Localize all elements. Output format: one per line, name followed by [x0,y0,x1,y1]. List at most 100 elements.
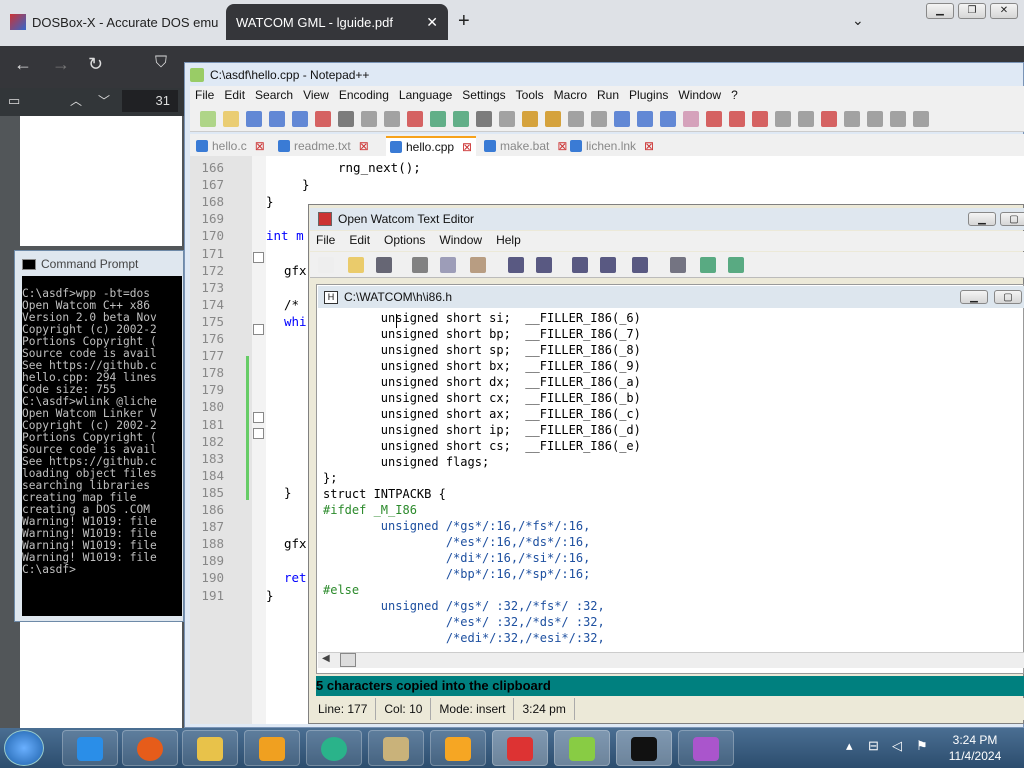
copy-icon[interactable] [384,111,400,127]
menu-settings[interactable]: Settings [457,86,510,106]
minimize-button[interactable]: ▁ [960,290,988,304]
redo-icon[interactable] [536,257,552,273]
volume-icon[interactable]: ◁ [892,738,902,754]
minimize-button[interactable]: ▁ [968,212,996,226]
save-macro-icon[interactable] [890,111,906,127]
find-next-icon[interactable] [600,257,616,273]
back-arrow-icon[interactable]: ← [14,54,32,75]
menu-window[interactable]: Window [673,86,726,106]
find-icon[interactable] [572,257,588,273]
find-icon[interactable] [476,111,492,127]
taskbar-notepadpp[interactable] [554,730,610,766]
close-icon[interactable] [292,111,308,127]
close-tab-icon[interactable]: ⊠ [644,139,654,153]
tab-hello-c[interactable]: hello.c ⊠ [192,136,269,156]
maximize-button[interactable]: ▢ [994,290,1022,304]
minimize-button[interactable]: ▁ [926,3,954,19]
wrap-icon[interactable] [614,111,630,127]
taskbar-watcom[interactable] [492,730,548,766]
open-file-icon[interactable] [223,111,239,127]
close-tab-icon[interactable]: ⊠ [359,139,369,153]
menu-view[interactable]: View [298,86,334,106]
copy-icon[interactable] [440,257,456,273]
close-tab-icon[interactable]: ✕ [218,14,220,31]
chevron-down-icon[interactable]: ﹀ [98,92,110,109]
notepadpp-titlebar[interactable]: C:\asdf\hello.cpp - Notepad++ [190,66,369,84]
save-all-icon[interactable] [269,111,285,127]
zoom-in-icon[interactable] [522,111,538,127]
new-file-icon[interactable] [200,111,216,127]
menu-window[interactable]: Window [433,231,490,251]
folder-icon[interactable] [752,111,768,127]
stop-macro-icon[interactable] [821,111,837,127]
match-brace-icon[interactable] [632,257,648,273]
close-tab-icon[interactable]: ✕ [426,14,438,31]
cut-icon[interactable] [412,257,428,273]
close-button[interactable]: ✕ [990,3,1018,19]
fold-toggle-icon[interactable] [253,324,264,335]
function-list-icon[interactable] [729,111,745,127]
new-tab-button[interactable]: + [458,10,470,33]
menu-edit[interactable]: Edit [219,86,250,106]
close-all-icon[interactable] [315,111,331,127]
zoom-out-icon[interactable] [545,111,561,127]
close-tab-icon[interactable]: ⊠ [462,140,472,154]
menu-edit[interactable]: Edit [343,231,378,251]
watcom-titlebar[interactable]: Open Watcom Text Editor [310,208,1024,230]
fold-toggle-icon[interactable] [253,428,264,439]
shield-icon[interactable]: ⛉ [155,54,167,72]
replace-icon[interactable] [499,111,515,127]
scrollbar-thumb[interactable] [340,653,356,667]
start-button[interactable] [4,730,44,766]
open-icon[interactable] [348,257,364,273]
maximize-button[interactable]: ▢ [1000,212,1024,226]
forward-icon[interactable] [728,257,744,273]
menu-file[interactable]: File [190,86,219,106]
paste-icon[interactable] [470,257,486,273]
taskbar-media-player[interactable] [244,730,300,766]
flag-icon[interactable]: ⚑ [916,738,928,754]
command-prompt-output[interactable]: C:\asdf>wpp -bt=dos Open Watcom C++ x86 Ve… [22,276,182,616]
browser-tab-dosbox[interactable]: DOSBox-X - Accurate DOS emu ✕ [0,4,220,40]
restore-button[interactable]: ❐ [958,3,986,19]
tab-readme-txt[interactable]: readme.txt ⊠ [274,136,373,156]
menu-macro[interactable]: Macro [549,86,592,106]
fold-toggle-icon[interactable] [253,412,264,423]
reload-icon[interactable]: ↻ [88,54,103,75]
menu-language[interactable]: Language [394,86,457,106]
taskbar-app-puzzle[interactable] [678,730,734,766]
save-icon[interactable] [376,257,392,273]
undo-icon[interactable] [430,111,446,127]
tab-make-bat[interactable]: make.bat ⊠ [480,136,571,156]
horizontal-scrollbar[interactable] [318,652,1024,668]
doc-map-icon[interactable] [706,111,722,127]
menu-run[interactable]: Run [592,86,624,106]
print-icon[interactable] [338,111,354,127]
tray-expand-icon[interactable]: ▴ [846,738,853,754]
taskbar-scratch[interactable] [430,730,486,766]
record-macro-icon[interactable] [798,111,814,127]
menu-tools[interactable]: Tools [511,86,549,106]
indent-guide-icon[interactable] [660,111,676,127]
close-tab-icon[interactable]: ⊠ [255,139,265,153]
menu-file[interactable]: File [310,231,343,251]
scroll-left-icon[interactable]: ◀ [322,653,330,664]
new-icon[interactable] [318,257,334,273]
browser-tab-pdf[interactable]: WATCOM GML - lguide.pdf ✕ [226,4,448,40]
forward-arrow-icon[interactable]: → [52,54,70,75]
sync-h-icon[interactable] [591,111,607,127]
run-macro-icon[interactable] [867,111,883,127]
menu-encoding[interactable]: Encoding [334,86,394,106]
tab-hello-cpp[interactable]: hello.cpp ⊠ [386,136,477,156]
back-icon[interactable] [700,257,716,273]
paste-icon[interactable] [407,111,423,127]
save-icon[interactable] [246,111,262,127]
chevron-up-icon[interactable]: ︿ [70,92,82,109]
taskbar-ie[interactable] [62,730,118,766]
taskbar-firefox[interactable] [122,730,178,766]
command-prompt-titlebar[interactable]: Command Prompt [22,254,182,274]
tab-lichen-lnk[interactable]: lichen.lnk ⊠ [566,136,658,156]
taskbar-clock[interactable]: 3:24 PM 11/4/2024 [940,732,1010,764]
menu-options[interactable]: Options [378,231,433,251]
undo-icon[interactable] [508,257,524,273]
